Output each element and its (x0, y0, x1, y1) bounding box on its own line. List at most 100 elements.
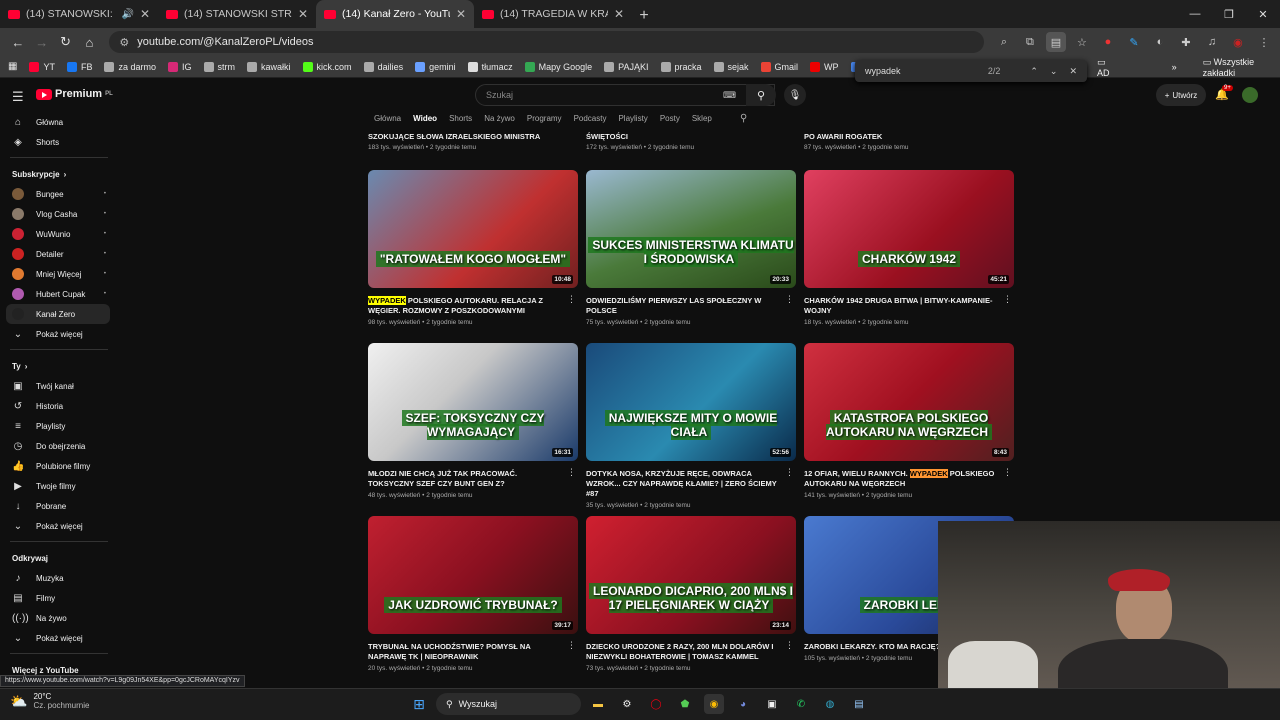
maximize-icon[interactable]: ❐ (1212, 0, 1246, 28)
sidebar-item[interactable]: ((·)) Na żywo (0, 608, 118, 628)
chrome-icon[interactable]: ◉ (704, 694, 724, 714)
more-actions-icon[interactable]: ⋮ (785, 467, 794, 478)
account-avatar[interactable] (1242, 87, 1258, 103)
sidebar-item[interactable]: 👍 Polubione filmy (0, 456, 118, 476)
sidebar-item[interactable]: ▶ Twoje filmy (0, 476, 118, 496)
apps-grid-icon[interactable]: ▦ (8, 61, 17, 72)
sidebar-item[interactable]: ⌄ Pokaż więcej (0, 628, 118, 648)
forward-icon[interactable]: → (30, 30, 54, 54)
file-explorer-icon[interactable]: ▬ (588, 694, 608, 714)
bookmark-item[interactable]: kick.com (302, 61, 352, 72)
video-title[interactable]: ODWIEDZILIŚMY PIERWSZY LAS SPOŁECZNY W P… (586, 296, 781, 316)
browser-tab[interactable]: (14) STANOWSKI STRACIŁ PRAW ✕ (158, 0, 316, 28)
close-tab-icon[interactable]: ✕ (614, 7, 624, 21)
sidebar-item[interactable]: Kanał Zero (6, 304, 110, 324)
extension-icon-2[interactable]: ◐ (1150, 32, 1170, 52)
video-title[interactable]: DZIECKO URODZONE 2 RAZY, 200 MLN DOLARÓW… (586, 642, 781, 662)
channel-tab[interactable]: Programy (527, 114, 562, 123)
video-title[interactable]: ŚWIĘTOŚCI (586, 132, 796, 141)
browser-tab[interactable]: (14) TRAGEDIA W KRAKOWIE, N ✕ (474, 0, 632, 28)
sidebar-item[interactable]: ◷ Do obejrzenia (0, 436, 118, 456)
windows-start-icon[interactable]: ⊞ (409, 694, 429, 714)
video-title[interactable]: TRYBUNAŁ NA UCHODŹSTWIE? POMYSŁ NA NAPRA… (368, 642, 563, 662)
video-thumbnail[interactable]: KATASTROFA POLSKIEGO AUTOKARU NA WĘGRZEC… (804, 343, 1014, 461)
video-title[interactable]: PO AWARII ROGATEK (804, 132, 1014, 141)
shield-app-icon[interactable]: ⬟ (675, 694, 695, 714)
find-input[interactable]: wypadek (865, 66, 988, 76)
video-thumbnail[interactable]: JAK UZDROWIĆ TRYBUNAŁ? 39:17 (368, 516, 578, 634)
sidebar-item[interactable]: ▣ Twój kanał (0, 376, 118, 396)
search-button[interactable]: ⚲ (746, 84, 776, 106)
bookmark-folder-ad[interactable]: ▭ AD (1097, 57, 1118, 78)
sidebar-item[interactable]: WuWunio • (0, 224, 118, 244)
more-actions-icon[interactable]: ⋮ (567, 640, 576, 651)
bookmark-star-icon[interactable]: ☆ (1072, 32, 1092, 52)
video-thumbnail[interactable]: "RATOWAŁEM KOGO MOGŁEM" 10:48 (368, 170, 578, 288)
browser-tab[interactable]: (14) STANOWSKI: PRAWO J 🔊 ✕ (0, 0, 158, 28)
voice-search-icon[interactable]: 🎙 (784, 84, 806, 106)
channel-tab[interactable]: Wideo (413, 114, 437, 123)
browser-tab[interactable]: (14) Kanał Zero - YouTube ✕ (316, 0, 474, 28)
edge-icon[interactable]: ◍ (820, 694, 840, 714)
video-card[interactable]: LEONARDO DICAPRIO, 200 MLN$ I 17 PIELĘGN… (586, 516, 796, 672)
youtube-logo[interactable]: Premium PL (36, 88, 113, 100)
back-icon[interactable]: ← (6, 30, 30, 54)
close-tab-icon[interactable]: ✕ (140, 7, 150, 21)
menu-kebab-icon[interactable]: ⋮ (1254, 32, 1274, 52)
bookmark-item[interactable]: sejak (713, 61, 749, 72)
all-bookmarks[interactable]: ▭ Wszystkie zakładki (1203, 57, 1280, 78)
channel-tab[interactable]: Na żywo (484, 114, 515, 123)
reload-icon[interactable]: ↻ (54, 30, 78, 54)
video-title[interactable]: SZOKUJĄCE SŁOWA IZRAELSKIEGO MINISTRA (368, 132, 578, 141)
sidebar-item[interactable]: ≡ Playlisty (0, 416, 118, 436)
video-card[interactable]: "RATOWAŁEM KOGO MOGŁEM" 10:48 WYPADEK POLS… (368, 170, 578, 326)
video-card[interactable]: JAK UZDROWIĆ TRYBUNAŁ? 39:17 TRYBUNAŁ NA U… (368, 516, 578, 672)
search-input[interactable]: Szukaj ⌨ (475, 84, 775, 106)
bookmark-item[interactable]: strm (203, 61, 235, 72)
bookmark-item[interactable]: kawałki (247, 61, 291, 72)
create-button[interactable]: + Utwórz (1156, 84, 1206, 106)
sidebar-item[interactable]: ◈ Shorts (0, 132, 118, 152)
taskbar-search[interactable]: ⚲ Wyszukaj (436, 693, 581, 715)
bookmark-item[interactable]: za darmo (104, 61, 156, 72)
bookmark-item[interactable]: YT (29, 61, 55, 72)
sidebar-item[interactable]: Bungee • (0, 184, 118, 204)
opera-icon[interactable]: ◯ (646, 694, 666, 714)
bookmark-item[interactable]: FB (66, 61, 92, 72)
sidebar-item[interactable]: ▤ Filmy (0, 588, 118, 608)
sidebar-item[interactable]: ⌂ Główna (0, 112, 118, 132)
channel-tab[interactable]: Sklep (692, 114, 712, 123)
reader-icon[interactable]: ▤ (1045, 32, 1066, 52)
weather-widget[interactable]: ⛅ 20°C Cz. pochmurnie (10, 692, 89, 710)
video-title[interactable]: WYPADEK POLSKIEGO AUTOKARU. RELACJA Z WĘ… (368, 296, 563, 316)
home-icon[interactable]: ⌂ (78, 30, 102, 54)
more-actions-icon[interactable]: ⋮ (1003, 467, 1012, 478)
channel-search-icon[interactable]: ⚲ (740, 113, 747, 124)
close-tab-icon[interactable]: ✕ (298, 7, 308, 21)
video-card[interactable]: KATASTROFA POLSKIEGO AUTOKARU NA WĘGRZEC… (804, 343, 1014, 499)
extension-icon[interactable]: ✎ (1124, 32, 1144, 52)
discord-icon[interactable]: ◕ (733, 694, 753, 714)
video-thumbnail[interactable]: NAJWIĘKSZE MITY O MOWIE CIAŁA 52:56 (586, 343, 796, 461)
channel-tab[interactable]: Shorts (449, 114, 472, 123)
more-actions-icon[interactable]: ⋮ (1003, 294, 1012, 305)
bookmark-item[interactable]: Gmail (760, 61, 798, 72)
video-thumbnail[interactable]: LEONARDO DICAPRIO, 200 MLN$ I 17 PIELĘGN… (586, 516, 796, 634)
guide-menu-icon[interactable]: ☰ (12, 89, 24, 105)
find-prev-icon[interactable]: ⌃ (1030, 66, 1038, 77)
sidebar-item[interactable]: Vlog Casha • (0, 204, 118, 224)
video-title[interactable]: MŁODZI NIE CHCĄ JUŻ TAK PRACOWAĆ. TOKSYC… (368, 469, 563, 489)
more-actions-icon[interactable]: ⋮ (785, 294, 794, 305)
sidebar-item[interactable]: ♪ Muzyka (0, 568, 118, 588)
more-actions-icon[interactable]: ⋮ (567, 294, 576, 305)
minimize-icon[interactable]: — (1178, 0, 1212, 28)
site-info-icon[interactable]: ⚙ (119, 36, 129, 49)
whatsapp-icon[interactable]: ✆ (791, 694, 811, 714)
find-close-icon[interactable]: ✕ (1069, 66, 1077, 77)
video-card[interactable]: NAJWIĘKSZE MITY O MOWIE CIAŁA 52:56 DOTYKA… (586, 343, 796, 509)
channel-tab[interactable]: Posty (660, 114, 680, 123)
sidebar-item[interactable]: ⌄ Pokaż więcej (0, 516, 118, 536)
channel-tab[interactable]: Playlisty (618, 114, 647, 123)
more-actions-icon[interactable]: ⋮ (785, 640, 794, 651)
extensions-puzzle-icon[interactable]: ✚ (1176, 32, 1196, 52)
